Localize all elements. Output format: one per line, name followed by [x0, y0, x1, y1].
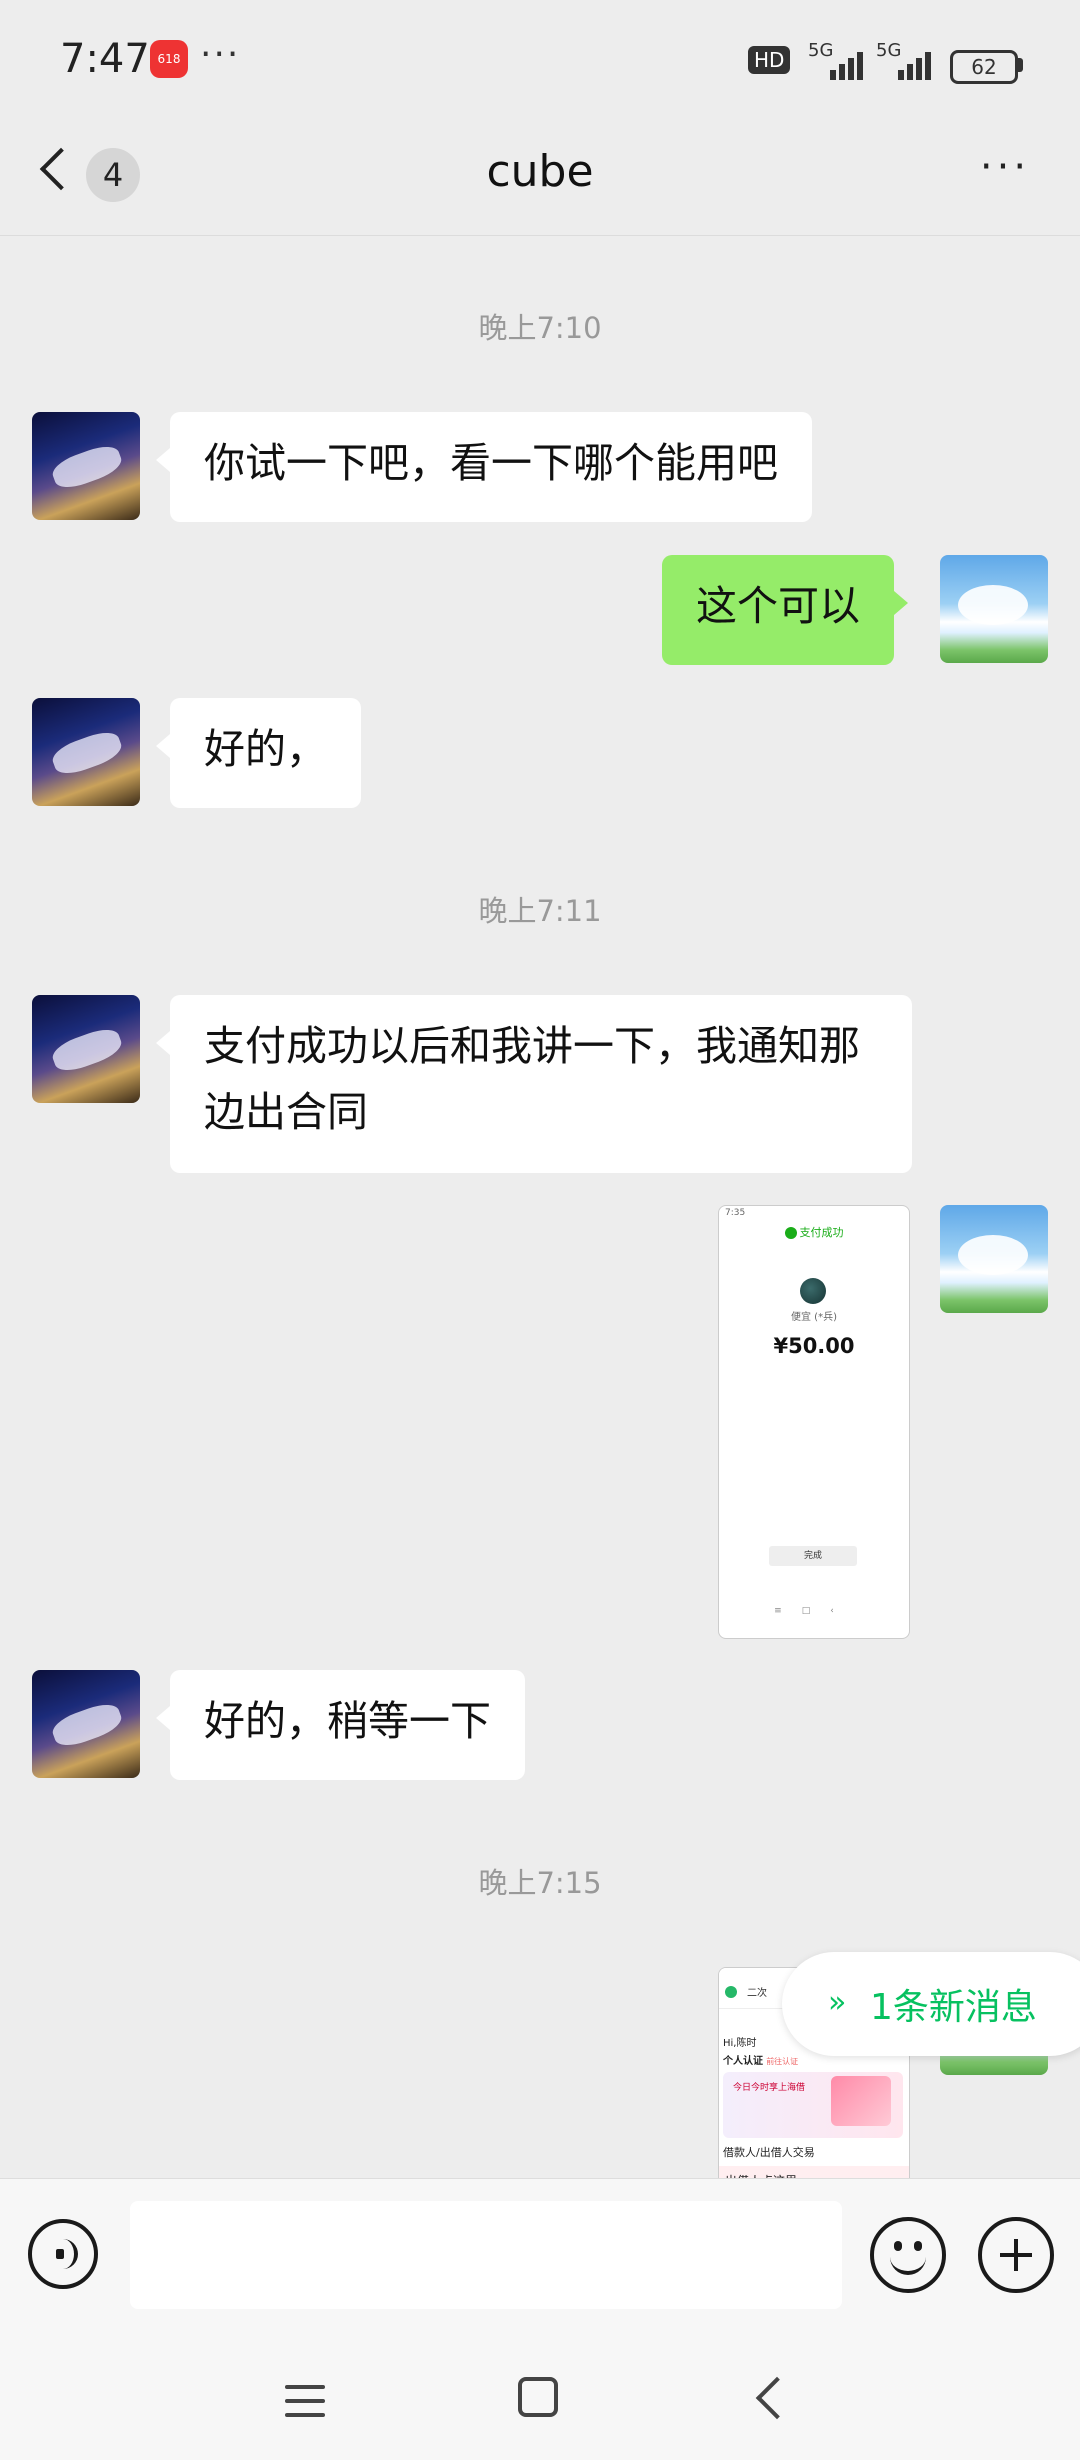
hd-voice-icon: HD [748, 46, 791, 74]
status-time: 7:47 [60, 36, 150, 82]
more-actions-button[interactable] [978, 2217, 1054, 2293]
thumb-promo-image [831, 2076, 891, 2126]
contact-avatar[interactable] [32, 995, 140, 1103]
recent-apps-button[interactable] [285, 2385, 325, 2419]
thumb-payment-title: 支付成功 [719, 1224, 909, 1240]
thumb-auth-line: 个人认证 前往认证 [723, 2056, 799, 2067]
thumb-payee-avatar [800, 1278, 826, 1304]
new-messages-button[interactable]: » 1条新消息 [782, 1952, 1080, 2056]
double-chevron-down-icon: » [828, 1985, 847, 2020]
thumb-nav-bar: ≡□‹ [774, 1606, 854, 1616]
thumb-section-title: 借款人/出借人交易 [723, 2146, 815, 2159]
chat-header: 4 cube ··· [0, 120, 1080, 236]
battery-tip [1018, 58, 1023, 72]
message-bubble-sent[interactable]: 这个可以 [662, 555, 908, 665]
timestamp: 晚上7:10 [478, 311, 602, 345]
thumb-done-button: 完成 [769, 1546, 857, 1566]
my-avatar[interactable] [940, 555, 1048, 663]
contact-avatar[interactable] [32, 412, 140, 520]
check-circle-icon [784, 1227, 797, 1239]
system-back-button[interactable] [755, 2376, 799, 2420]
shopping-app-icon: 618 [150, 40, 188, 78]
thumb-status-time: 7:35 [725, 1208, 746, 1218]
thumb-app-icon [725, 1986, 737, 1998]
timestamp: 晚上7:15 [478, 1866, 602, 1900]
voice-input-button[interactable] [28, 2219, 98, 2289]
thumb-amount: ¥50.00 [773, 1334, 855, 1358]
message-bubble-received[interactable]: 好的， [156, 698, 361, 808]
message-bubble-received[interactable]: 支付成功以后和我讲一下，我通知那边出合同 [156, 995, 912, 1173]
system-navigation-bar [0, 2333, 1080, 2460]
message-bubble-received[interactable]: 好的，稍等一下 [156, 1670, 525, 1780]
chat-title: cube [486, 146, 594, 197]
more-notifications-icon: ··· [200, 34, 241, 75]
image-message-payment-screenshot[interactable]: 7:35 支付成功 便宜 (*兵) ¥50.00 完成 ≡□‹ [718, 1205, 910, 1639]
message-input[interactable] [130, 2201, 842, 2309]
signal-icon-sim1: 5G [808, 40, 868, 80]
contact-avatar[interactable] [32, 1670, 140, 1778]
thumb-promo-title: 今日今时享上海借 [733, 2083, 806, 2093]
new-messages-label: 1条新消息 [870, 1987, 1037, 2028]
input-bar [0, 2178, 1080, 2334]
signal-icon-sim2: 5G [876, 40, 936, 80]
thumb-greeting: Hi,陈时 [723, 2038, 757, 2049]
contact-avatar[interactable] [32, 698, 140, 806]
my-avatar[interactable] [940, 1205, 1048, 1313]
emoji-button[interactable] [870, 2217, 946, 2293]
message-bubble-received[interactable]: 你试一下吧，看一下哪个能用吧 [156, 412, 812, 522]
timestamp: 晚上7:11 [478, 894, 602, 928]
more-options-button[interactable]: ··· [970, 147, 1040, 202]
home-button[interactable] [518, 2377, 558, 2417]
thumb-payee-name: 便宜 (*兵) [791, 1312, 837, 1323]
battery-icon: 62 [950, 50, 1018, 84]
status-bar: 7:47 618 ··· HD 5G 5G 62 [0, 0, 1080, 120]
